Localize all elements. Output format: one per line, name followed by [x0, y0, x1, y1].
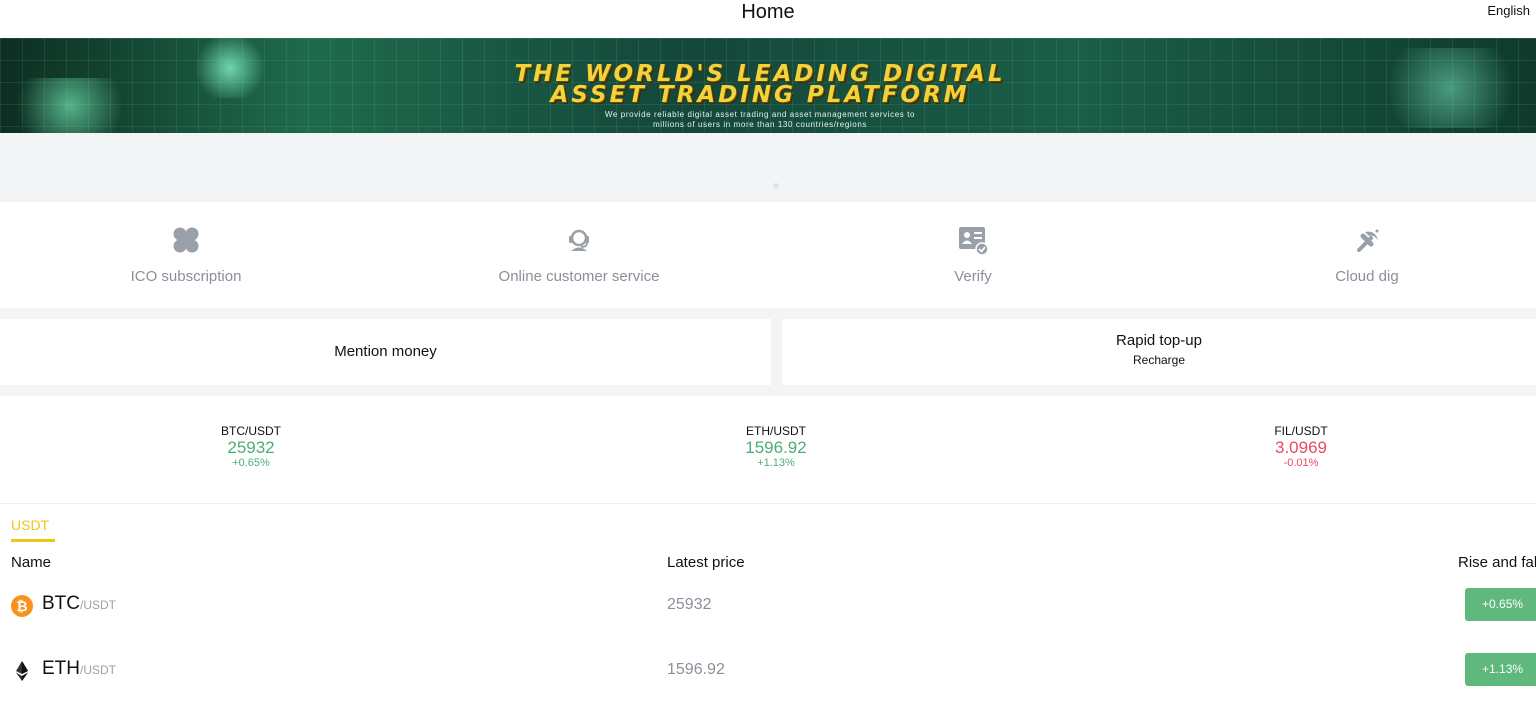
ticker-fil[interactable]: FIL/USDT 3.0969 -0.01% — [1201, 424, 1401, 469]
active-tab-indicator — [11, 539, 55, 542]
banner-glow — [1370, 48, 1530, 128]
carousel-area — [0, 133, 1536, 202]
withdraw-button[interactable]: Mention money — [0, 319, 771, 385]
nav-label: Cloud dig — [1335, 268, 1399, 285]
pickaxe-icon — [1357, 229, 1379, 252]
topup-sublabel: Recharge — [1132, 353, 1186, 367]
nav-label: ICO subscription — [130, 268, 242, 285]
market-row-btc[interactable]: ₿ BTC/USDT 25932 +0.65% — [0, 583, 1536, 627]
row-symbol: ETH/USDT — [42, 658, 116, 680]
headset-icon — [569, 229, 589, 251]
carousel-indicator-dot[interactable] — [773, 183, 779, 189]
row-base: BTC — [42, 593, 80, 614]
section-divider — [0, 308, 1536, 319]
column-latest-price: Latest price — [667, 554, 745, 571]
row-symbol: BTC/USDT — [42, 593, 116, 615]
top-header: Home English — [0, 0, 1536, 38]
row-quote: /USDT — [80, 598, 116, 612]
market-row-eth[interactable]: ETH/USDT 1596.92 +1.13% — [0, 648, 1536, 692]
topup-button[interactable]: Rapid top-up Recharge — [782, 319, 1536, 385]
row-base: ETH — [42, 658, 80, 679]
nav-label: Online customer service — [498, 268, 660, 285]
ticker-change: -0.01% — [1283, 457, 1319, 469]
ticker-price: 25932 — [227, 438, 275, 457]
ticker-pair: ETH/USDT — [746, 424, 806, 438]
clover-icon — [173, 227, 199, 253]
banner-subtitle-line2: millions of users in more than 130 count… — [653, 120, 867, 129]
ticker-btc[interactable]: BTC/USDT 25932 +0.65% — [151, 424, 351, 469]
nav-ico-subscription[interactable]: ICO subscription — [36, 202, 336, 308]
topup-label: Rapid top-up — [1116, 332, 1202, 349]
banner-subtitle-line1: We provide reliable digital asset tradin… — [604, 110, 916, 119]
ethereum-icon — [16, 661, 28, 681]
column-rise-fall: Rise and fal — [1458, 554, 1536, 571]
banner-glow — [190, 38, 270, 98]
banner-subtitle: We provide reliable digital asset tradin… — [470, 110, 1050, 130]
row-quote: /USDT — [80, 663, 116, 677]
quick-nav: ICO subscription Online customer service… — [0, 202, 1536, 308]
ticker-eth[interactable]: ETH/USDT 1596.92 +1.13% — [676, 424, 876, 469]
ticker-strip: BTC/USDT 25932 +0.65% ETH/USDT 1596.92 +… — [0, 396, 1536, 504]
banner-headline: THE WORLD'S LEADING DIGITAL ASSET TRADIN… — [380, 63, 1140, 108]
nav-cloud-dig[interactable]: Cloud dig — [1217, 202, 1517, 308]
withdraw-label: Mention money — [334, 343, 437, 360]
id-card-icon — [959, 227, 989, 256]
row-change-badge[interactable]: +0.65% — [1465, 588, 1536, 621]
svg-text:₿: ₿ — [16, 599, 27, 615]
page-title: Home — [741, 1, 795, 23]
ticker-pair: BTC/USDT — [221, 424, 281, 438]
banner-glow — [0, 78, 140, 133]
nav-verify[interactable]: Verify — [823, 202, 1123, 308]
row-change-badge[interactable]: +1.13% — [1465, 653, 1536, 686]
bitcoin-icon: ₿ — [11, 595, 33, 617]
row-price: 1596.92 — [667, 661, 725, 678]
section-divider — [0, 385, 1536, 396]
nav-label: Verify — [954, 268, 992, 285]
nav-customer-service[interactable]: Online customer service — [429, 202, 729, 308]
column-name: Name — [11, 554, 52, 571]
ticker-change: +0.65% — [232, 457, 270, 469]
ticker-price: 3.0969 — [1275, 438, 1327, 457]
tab-usdt[interactable]: USDT — [11, 517, 49, 533]
banner-headline-line2: ASSET TRADING PLATFORM — [550, 82, 970, 108]
promo-banner[interactable]: THE WORLD'S LEADING DIGITAL ASSET TRADIN… — [0, 38, 1536, 133]
ticker-change: +1.13% — [757, 457, 795, 469]
market-table-header: Name Latest price Rise and fal — [0, 548, 1536, 576]
ticker-pair: FIL/USDT — [1274, 424, 1328, 438]
ticker-price: 1596.92 — [745, 438, 807, 457]
market-tabs: USDT — [0, 505, 1536, 543]
row-price: 25932 — [667, 596, 712, 613]
funds-actions: Mention money Rapid top-up Recharge — [0, 319, 1536, 385]
language-switch[interactable]: English — [1487, 3, 1530, 18]
